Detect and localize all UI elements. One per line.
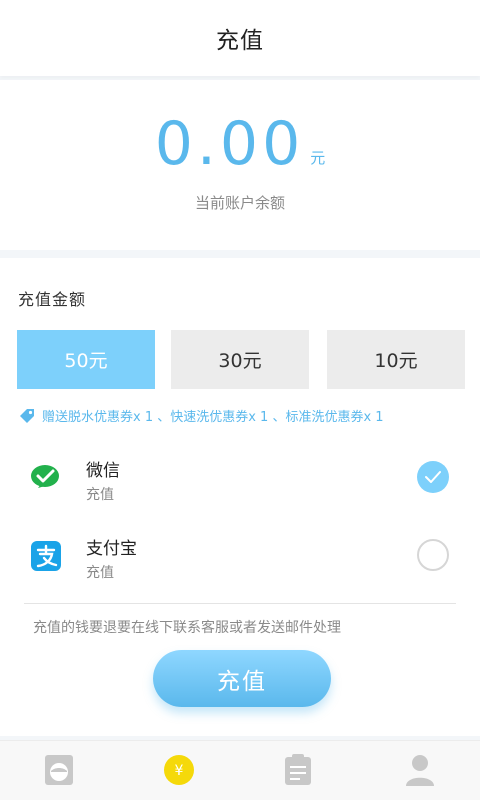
wechat-icon <box>31 465 59 488</box>
amount-option-10[interactable]: 10元 <box>327 330 465 389</box>
balance-amount: 0.00 <box>154 109 305 179</box>
washer-icon[interactable] <box>42 753 76 787</box>
balance-unit: 元 <box>310 149 326 167</box>
balance-row: 0.00 元 <box>0 112 480 176</box>
bottom-tab-bar: ¥ <box>0 740 480 800</box>
clipboard-icon[interactable] <box>281 753 315 787</box>
amount-option-30[interactable]: 30元 <box>171 330 309 389</box>
payment-sub: 充值 <box>86 487 114 503</box>
alipay-icon <box>31 541 61 571</box>
refund-notice: 充值的钱要退要在线下联系客服或者发送邮件处理 <box>33 620 341 636</box>
tag-icon <box>20 408 34 423</box>
balance-card: 0.00 元 当前账户余额 <box>0 80 480 250</box>
balance-label: 当前账户余额 <box>194 194 285 212</box>
header: 充值 <box>0 0 480 76</box>
promo-text: 赠送脱水优惠券x 1 、快速洗优惠券x 1 、标准洗优惠券x 1 <box>42 410 384 425</box>
payment-option-wechat[interactable]: 微信 充值 <box>0 446 480 516</box>
recharge-panel: 充值金额 50元 30元 10元 赠送脱水优惠券x 1 、快速洗优惠券x 1 、… <box>0 258 480 736</box>
divider <box>24 603 456 604</box>
radio-checked[interactable] <box>417 461 449 493</box>
promo-info: 赠送脱水优惠券x 1 、快速洗优惠券x 1 、标准洗优惠券x 1 <box>18 406 384 425</box>
payment-sub: 充值 <box>86 565 114 581</box>
page-title: 充值 <box>216 28 264 54</box>
radio-unchecked[interactable] <box>417 539 449 571</box>
checkmark-icon <box>425 471 441 483</box>
svg-text:¥: ¥ <box>175 763 184 779</box>
payment-name: 支付宝 <box>86 539 137 559</box>
recharge-submit-button[interactable]: 充值 <box>153 650 331 707</box>
user-icon[interactable] <box>403 753 437 787</box>
recharge-amount-title: 充值金额 <box>18 290 87 309</box>
payment-name: 微信 <box>86 461 120 481</box>
yen-coin-icon[interactable]: ¥ <box>162 753 196 787</box>
amount-option-50[interactable]: 50元 <box>17 330 155 389</box>
payment-option-alipay[interactable]: 支付宝 充值 <box>0 524 480 594</box>
